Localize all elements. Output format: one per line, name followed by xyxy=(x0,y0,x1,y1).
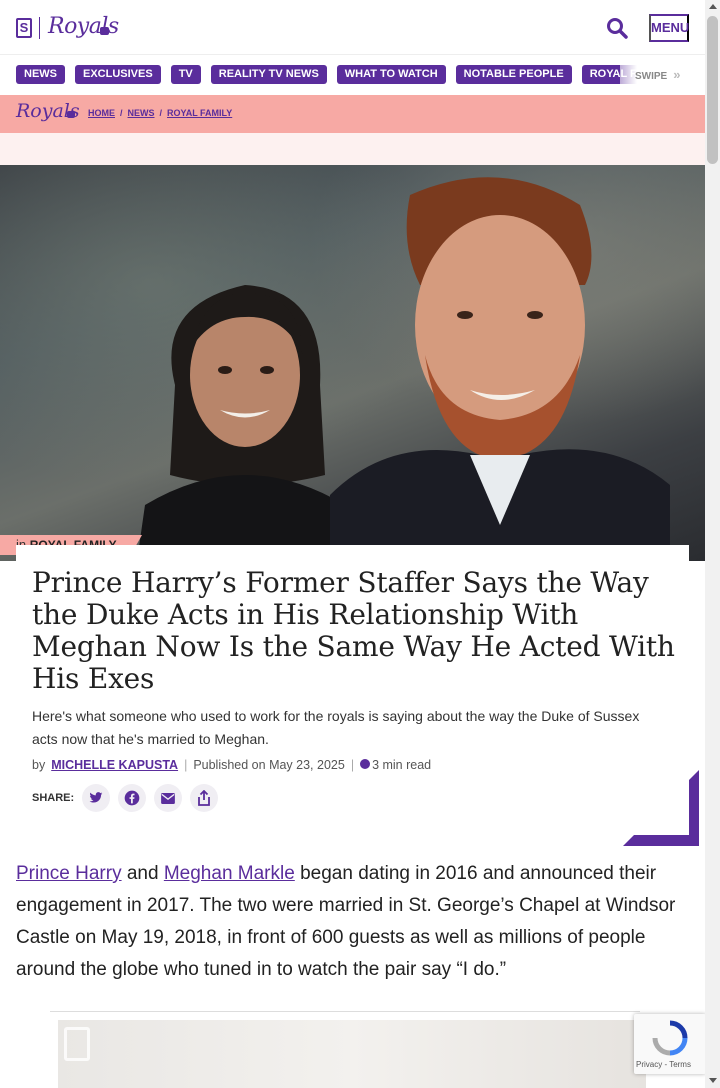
breadcrumb-news[interactable]: NEWS xyxy=(128,108,155,118)
breadcrumb: HOME / NEWS / ROYAL FAMILY xyxy=(88,108,232,118)
breadcrumb-bar: Royals HOME / NEWS / ROYAL FAMILY xyxy=(0,95,705,133)
menu-button[interactable]: MENU xyxy=(649,14,689,42)
share-icon xyxy=(198,790,211,806)
recaptcha-icon xyxy=(652,1020,688,1056)
hero-person-right xyxy=(330,177,670,561)
twitter-icon xyxy=(89,792,103,803)
nav-item-news[interactable]: NEWS xyxy=(16,65,65,84)
article-dek: Here's what someone who used to work for… xyxy=(32,708,640,747)
nav-item-tv[interactable]: TV xyxy=(170,65,201,84)
site-header: S Royals MENU xyxy=(0,0,705,55)
ad-divider xyxy=(50,1011,640,1012)
crown-icon xyxy=(67,111,75,118)
share-label: SHARE: xyxy=(32,792,75,804)
nav-item-reality-tv-news[interactable]: REALITY TV NEWS xyxy=(210,65,327,84)
share-bar: SHARE: xyxy=(32,784,219,812)
link-meghan-markle[interactable]: Meghan Markle xyxy=(164,863,295,884)
read-time: 3 min read xyxy=(360,758,431,772)
byline-prefix: by xyxy=(32,758,46,772)
advertisement[interactable] xyxy=(58,1020,646,1088)
clock-icon xyxy=(360,759,371,769)
crown-icon xyxy=(100,27,109,35)
scroll-down-arrow-icon[interactable] xyxy=(709,1078,717,1083)
byline: by MICHELLE KAPUSTA | Published on May 2… xyxy=(32,758,431,772)
byline-divider: | xyxy=(350,758,355,772)
nav-item-exclusives[interactable]: EXCLUSIVES xyxy=(75,65,161,84)
twitter-share-button[interactable] xyxy=(82,784,111,812)
logo-divider xyxy=(39,17,40,39)
scroll-up-arrow-icon[interactable] xyxy=(709,4,717,9)
recaptcha-links[interactable]: Privacy - Terms xyxy=(636,1060,691,1069)
author-link[interactable]: MICHELLE KAPUSTA xyxy=(51,758,178,772)
nav-item-notable-people[interactable]: NOTABLE PEOPLE xyxy=(455,65,572,84)
swipe-hint[interactable]: SWIPE » xyxy=(620,55,705,95)
search-icon[interactable] xyxy=(605,16,629,40)
byline-divider: | xyxy=(184,758,188,772)
link-prince-harry[interactable]: Prince Harry xyxy=(16,863,122,884)
nav-item-what-to-watch[interactable]: WHAT TO WATCH xyxy=(336,65,446,84)
spacer-band xyxy=(0,133,705,165)
recaptcha-badge[interactable]: Privacy - Terms xyxy=(634,1014,706,1074)
paragraph-text-and: and xyxy=(121,863,164,884)
facebook-share-button[interactable] xyxy=(118,784,147,812)
native-share-button[interactable] xyxy=(190,784,219,812)
category-nav: NEWS EXCLUSIVES TV REALITY TV NEWS WHAT … xyxy=(0,55,705,95)
nav-items: NEWS EXCLUSIVES TV REALITY TV NEWS WHAT … xyxy=(16,65,678,84)
hero-person-left xyxy=(137,285,353,561)
double-chevron-right-icon: » xyxy=(673,67,681,82)
site-logo-s[interactable]: S xyxy=(16,18,32,38)
swipe-label: SWIPE xyxy=(635,71,668,82)
mail-icon xyxy=(161,792,176,804)
published-date: Published on May 23, 2025 xyxy=(193,758,345,772)
article-headline: Prince Harry’s Former Staffer Says the W… xyxy=(32,566,675,695)
breadcrumb-royal-family[interactable]: ROYAL FAMILY xyxy=(167,108,232,118)
email-share-button[interactable] xyxy=(154,784,183,812)
article-paragraph: Prince Harry and Meghan Markle began dat… xyxy=(16,858,696,986)
ad-logo-icon xyxy=(64,1027,90,1061)
read-time-label: 3 min read xyxy=(372,758,432,772)
hero-image xyxy=(0,165,705,561)
breadcrumb-separator: / xyxy=(120,108,123,118)
facebook-icon xyxy=(124,790,140,806)
breadcrumb-home[interactable]: HOME xyxy=(88,108,115,118)
breadcrumb-separator: / xyxy=(159,108,163,118)
scrollbar-thumb[interactable] xyxy=(707,16,718,164)
